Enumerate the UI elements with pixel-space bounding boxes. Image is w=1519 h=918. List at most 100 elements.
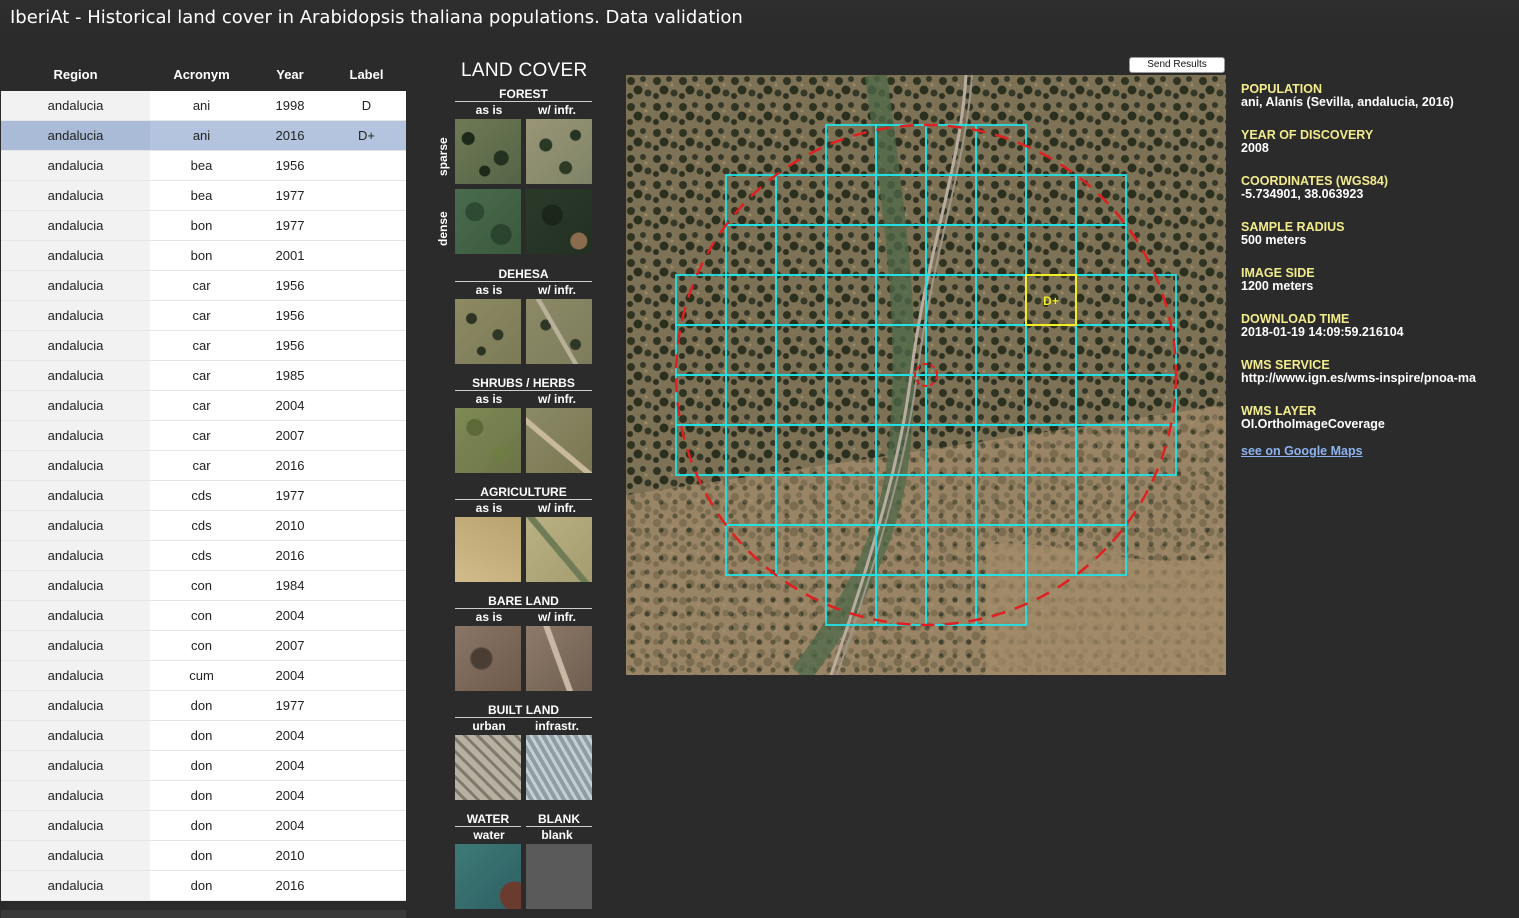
forest-sparse-asis-button[interactable]: [455, 119, 521, 184]
cell-year: 2007: [275, 428, 305, 443]
table-row[interactable]: andalucia don 2004: [1, 811, 406, 841]
cell-acronym: bon: [190, 218, 213, 233]
table-row[interactable]: andalucia con 1984: [1, 571, 406, 601]
cell-year: 2007: [275, 638, 305, 653]
cell-region: andalucia: [1, 151, 150, 180]
cell-label: [327, 151, 406, 180]
table-row[interactable]: andalucia bea 1956: [1, 151, 406, 181]
info-coords: COORDINATES (WGS84) -5.734901, 38.063923: [1241, 174, 1519, 220]
cell-year: 1984: [275, 578, 305, 593]
cell-acronym: don: [190, 698, 213, 713]
cell-label: [327, 451, 406, 480]
table-row[interactable]: andalucia cds 2016: [1, 541, 406, 571]
population-table: Region Acronym Year Label andalucia ani 19…: [1, 58, 406, 912]
table-row[interactable]: andalucia con 2004: [1, 601, 406, 631]
table-row[interactable]: andalucia don 2004: [1, 751, 406, 781]
cell-year: 1956: [275, 158, 305, 173]
cell-region: andalucia: [1, 121, 150, 150]
header-label[interactable]: Label: [327, 67, 406, 82]
forest-dense-asis-button[interactable]: [455, 189, 521, 254]
table-row[interactable]: andalucia car 1956: [1, 271, 406, 301]
cell-year: 1985: [275, 368, 305, 383]
table-row[interactable]: andalucia car 1956: [1, 331, 406, 361]
forest-sub-infr: w/ infr.: [537, 103, 576, 117]
cell-year: 1977: [275, 188, 305, 203]
blank-button[interactable]: [526, 844, 592, 909]
cell-label: [327, 871, 406, 900]
forest-dense-infr-button[interactable]: [526, 189, 592, 254]
send-results-button[interactable]: Send Results: [1129, 57, 1225, 73]
table-row[interactable]: andalucia car 2007: [1, 421, 406, 451]
shrubs-infr-button[interactable]: [526, 408, 592, 473]
cell-year: 2004: [275, 398, 305, 413]
water-button[interactable]: [455, 844, 521, 909]
forest-sub-asis: as is: [475, 103, 503, 117]
table-row[interactable]: andalucia bon 2001: [1, 241, 406, 271]
blank-sub: blank: [541, 828, 573, 842]
table-row[interactable]: andalucia ani 1998 D: [1, 91, 406, 121]
cell-acronym: cds: [191, 548, 212, 563]
cell-acronym: cds: [191, 488, 212, 503]
header-acronym[interactable]: Acronym: [150, 67, 253, 82]
bare-infr-button[interactable]: [526, 626, 592, 691]
table-body: andalucia ani 1998 Dandalucia ani 2016 D+ andal…: [1, 91, 406, 901]
table-row[interactable]: andalucia car 1985: [1, 361, 406, 391]
selected-cell-label: D+: [1043, 294, 1059, 308]
agriculture-infr-button[interactable]: [526, 517, 592, 582]
table-row[interactable]: andalucia don 1977: [1, 691, 406, 721]
table-row[interactable]: andalucia car 1956: [1, 301, 406, 331]
cell-year: 2004: [275, 818, 305, 833]
info-coords-value: -5.734901, 38.063923: [1241, 187, 1364, 201]
table-row[interactable]: andalucia don 2004: [1, 721, 406, 751]
cell-year: 2010: [275, 848, 305, 863]
cell-label: [327, 841, 406, 870]
dehesa-sub-asis: as is: [475, 283, 503, 297]
shrubs-section: SHRUBS / HERBS as is w/ infr.: [455, 376, 592, 473]
cell-acronym: don: [190, 848, 213, 863]
cell-year: 2004: [275, 758, 305, 773]
cell-label: [327, 271, 406, 300]
urban-button[interactable]: [455, 735, 521, 800]
info-side-value: 1200 meters: [1241, 279, 1314, 293]
table-row[interactable]: andalucia cds 1977: [1, 481, 406, 511]
dehesa-asis-button[interactable]: [455, 299, 521, 364]
table-row[interactable]: andalucia cum 2004: [1, 661, 406, 691]
bare-land-section: BARE LAND as is w/ infr.: [455, 594, 592, 691]
header-region[interactable]: Region: [1, 67, 150, 82]
google-maps-link[interactable]: see on Google Maps: [1241, 444, 1363, 458]
forest-sparse-infr-button[interactable]: [526, 119, 592, 184]
cell-label: [327, 781, 406, 810]
cell-region: andalucia: [1, 631, 150, 660]
table-row[interactable]: andalucia ani 2016 D+: [1, 121, 406, 151]
agriculture-section: AGRICULTURE as is w/ infr.: [455, 485, 592, 582]
page-title: IberiAt - Historical land cover in Arabi…: [10, 7, 743, 28]
cell-acronym: car: [192, 458, 211, 473]
cell-label: [327, 661, 406, 690]
table-row[interactable]: andalucia bon 1977: [1, 211, 406, 241]
table-row[interactable]: andalucia car 2016: [1, 451, 406, 481]
table-row[interactable]: andalucia cds 2010: [1, 511, 406, 541]
bare-asis-button[interactable]: [455, 626, 521, 691]
table-row[interactable]: andalucia car 2004: [1, 391, 406, 421]
table-row[interactable]: andalucia bea 1977: [1, 181, 406, 211]
cell-region: andalucia: [1, 211, 150, 240]
info-year-value: 2008: [1241, 141, 1269, 155]
table-row[interactable]: andalucia don 2004: [1, 781, 406, 811]
shrubs-asis-button[interactable]: [455, 408, 521, 473]
info-year-key: YEAR OF DISCOVERY: [1241, 128, 1374, 142]
satellite-map[interactable]: D+: [626, 75, 1226, 675]
infrastructure-button[interactable]: [526, 735, 592, 800]
table-scrollbar[interactable]: [1, 910, 406, 918]
agriculture-asis-button[interactable]: [455, 517, 521, 582]
header-year[interactable]: Year: [253, 67, 327, 82]
dehesa-infr-button[interactable]: [526, 299, 592, 364]
table-row[interactable]: andalucia con 2007: [1, 631, 406, 661]
cell-year: 2016: [275, 878, 305, 893]
table-row[interactable]: andalucia don 2010: [1, 841, 406, 871]
cell-region: andalucia: [1, 781, 150, 810]
table-row[interactable]: andalucia don 2016: [1, 871, 406, 901]
cell-year: 2016: [275, 458, 305, 473]
map-svg[interactable]: D+: [626, 75, 1226, 675]
dehesa-title: DEHESA: [455, 267, 592, 282]
cell-label: [327, 481, 406, 510]
